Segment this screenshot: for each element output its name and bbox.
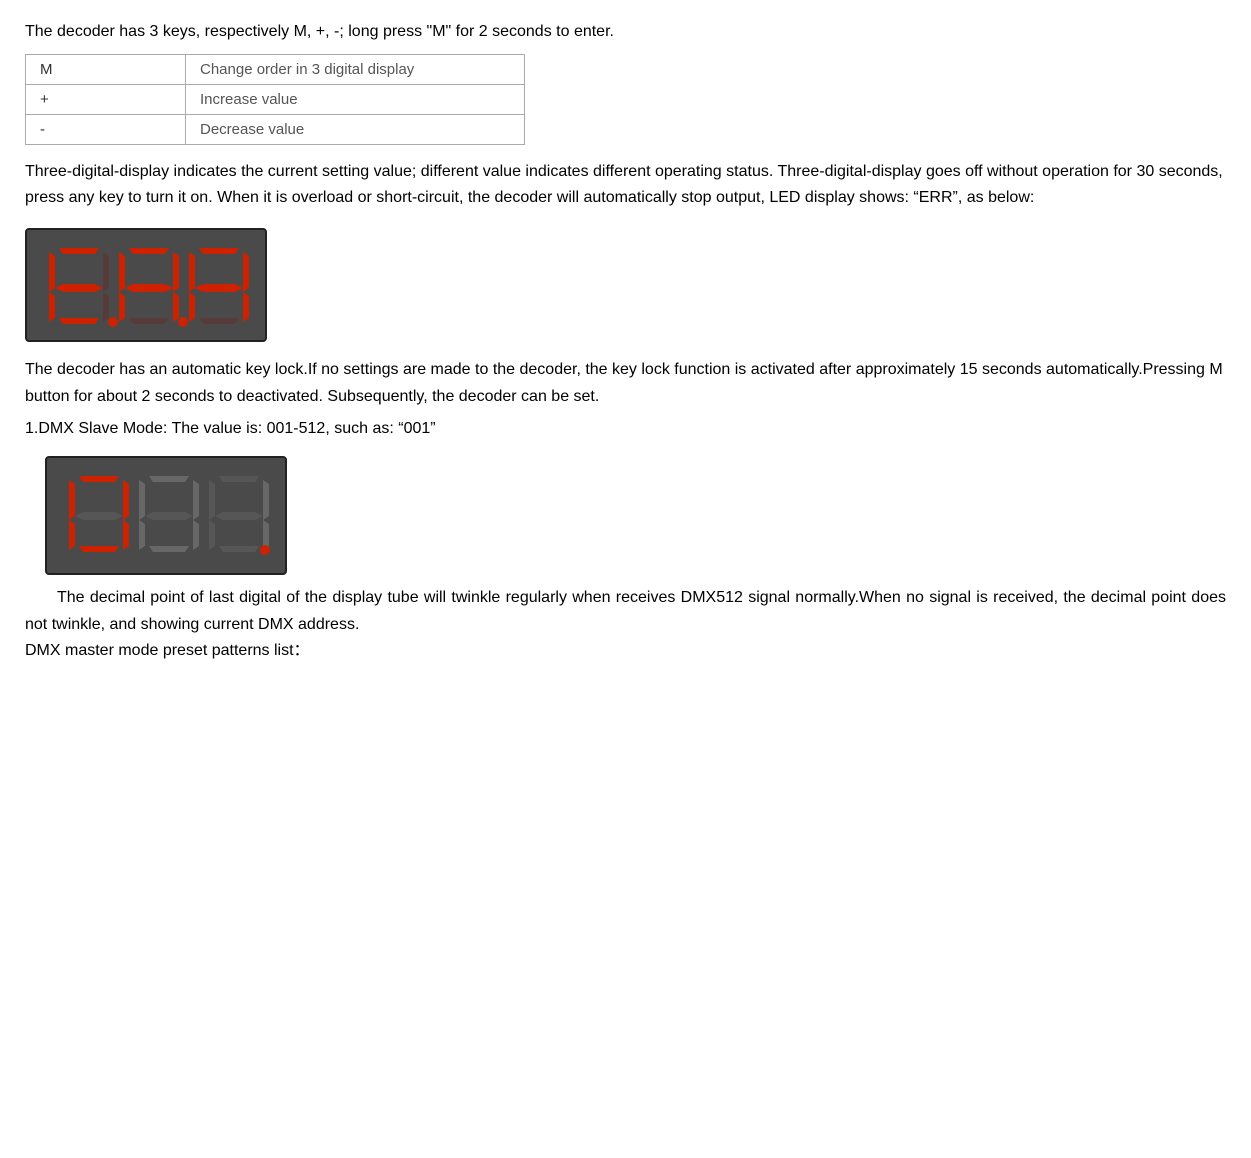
keys-table: M Change order in 3 digital display + In… bbox=[25, 54, 525, 145]
dmx-master-label: DMX master mode preset patterns list： bbox=[25, 638, 1226, 664]
description-overload: Three-digital-display indicates the curr… bbox=[25, 159, 1226, 210]
table-row-minus: - Decrease value bbox=[26, 115, 525, 145]
keylock-paragraph: The decoder has an automatic key lock.If… bbox=[25, 357, 1226, 410]
key-minus: - bbox=[26, 115, 186, 145]
desc-m: Change order in 3 digital display bbox=[186, 55, 525, 85]
decimal-point-paragraph: The decimal point of last digital of the… bbox=[25, 585, 1226, 638]
dmx-display bbox=[45, 456, 287, 575]
key-plus: + bbox=[26, 85, 186, 115]
dmx-slave-label: 1.DMX Slave Mode: The value is: 001-512,… bbox=[25, 416, 1226, 442]
intro-paragraph: The decoder has 3 keys, respectively M, … bbox=[25, 20, 1226, 44]
table-row-m: M Change order in 3 digital display bbox=[26, 55, 525, 85]
key-m: M bbox=[26, 55, 186, 85]
table-row-plus: + Increase value bbox=[26, 85, 525, 115]
desc-plus: Increase value bbox=[186, 85, 525, 115]
err-display bbox=[25, 228, 267, 342]
desc-minus: Decrease value bbox=[186, 115, 525, 145]
